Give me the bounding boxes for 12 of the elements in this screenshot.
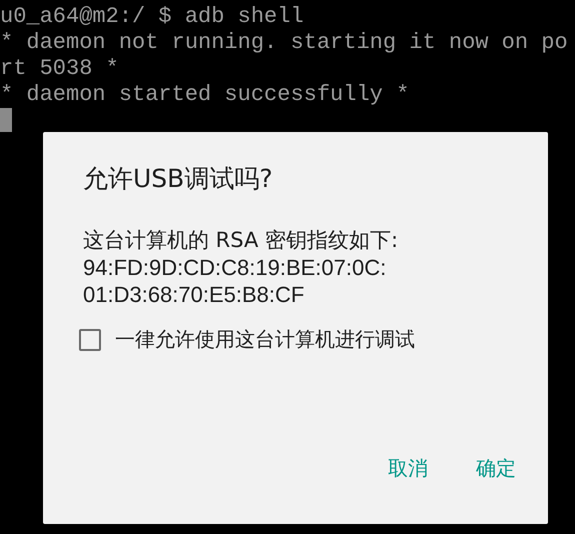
dialog-button[interactable]: 取消 xyxy=(374,447,442,490)
terminal-line: rt 5038 * xyxy=(0,56,119,82)
dialog-message: 这台计算机的 RSA 密钥指纹如下: xyxy=(83,227,400,254)
terminal-line: * daemon not running. starting it now on po xyxy=(0,30,568,56)
fingerprint-text: 01:D3:68:70:E5:B8:CF xyxy=(83,281,306,308)
dialog-button[interactable]: 确定 xyxy=(462,447,530,490)
dialog-title: 允许USB调试吗? xyxy=(83,163,274,195)
terminal-line: * daemon started successfully * xyxy=(0,82,410,108)
fingerprint-text: 94:FD:9D:CD:C8:19:BE:07:0C: xyxy=(83,254,388,281)
terminal-line: u0_a64@m2:/ $ adb shell xyxy=(0,4,304,30)
checkbox-label: 一律允许使用这台计算机进行调试 xyxy=(115,326,415,353)
checkbox[interactable] xyxy=(79,328,101,350)
